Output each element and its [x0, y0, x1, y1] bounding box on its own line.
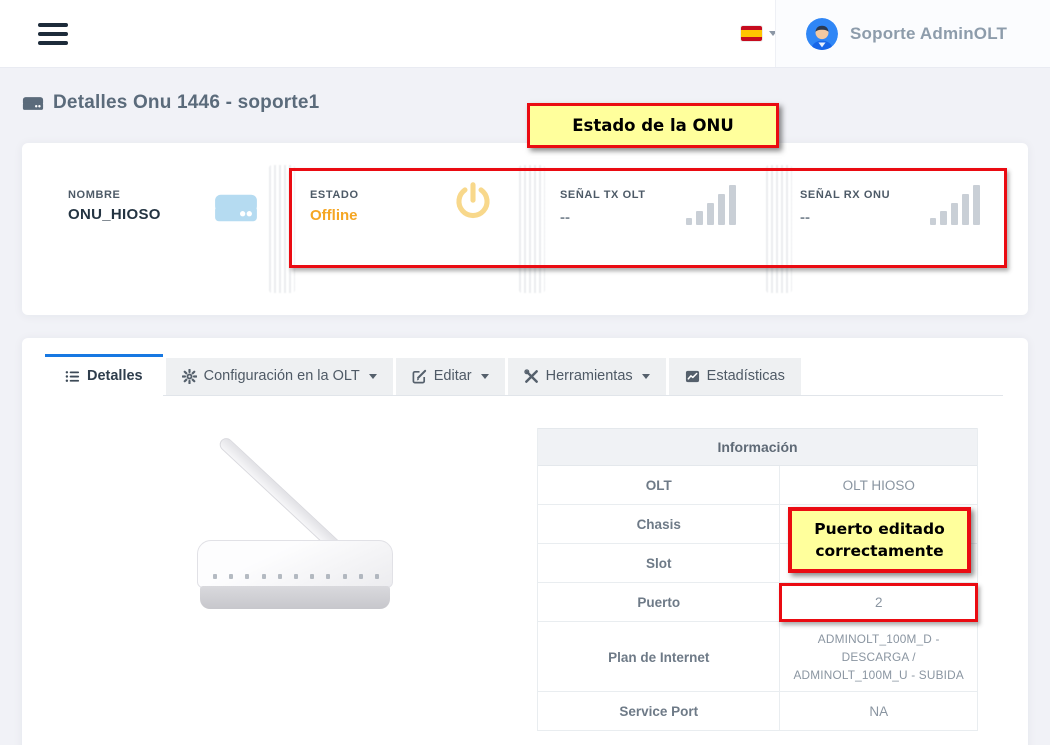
row-label: Service Port	[538, 692, 780, 731]
spain-flag-icon	[741, 26, 762, 41]
port-annotation-box: Puerto editado correctamente	[788, 507, 971, 573]
tab-editar[interactable]: Editar	[396, 358, 505, 395]
tab-label: Configuración en la OLT	[204, 368, 360, 384]
status-annotation-box: Estado de la ONU	[527, 103, 779, 148]
puerto-highlight-rectangle	[779, 583, 978, 622]
informacion-table: Información OLT OLT HIOSO Chasis Slot Pu…	[537, 428, 978, 731]
gear-icon	[182, 369, 197, 384]
list-icon	[65, 369, 80, 384]
row-label: Slot	[538, 544, 780, 583]
table-row: OLT OLT HIOSO	[538, 466, 977, 505]
user-avatar-icon	[806, 18, 838, 50]
row-value: OLT HIOSO	[780, 466, 977, 505]
nombre-label: NOMBRE	[68, 189, 161, 201]
row-label: OLT	[538, 466, 780, 505]
row-value: NA	[780, 692, 977, 731]
router-front	[200, 586, 390, 609]
app-screen: Soporte AdminOLT Detalles Onu 1446 - sop…	[0, 0, 1050, 745]
onu-device-icon	[22, 94, 44, 113]
chevron-down-icon	[369, 374, 377, 379]
user-menu[interactable]: Soporte AdminOLT	[776, 0, 1050, 67]
tabs-bar: Detalles Configuración en la OLT Editar	[45, 354, 1003, 396]
chart-icon	[685, 369, 700, 384]
language-dropdown[interactable]	[741, 26, 777, 41]
table-row: Service Port NA	[538, 692, 977, 731]
tools-icon	[524, 369, 539, 384]
row-label: Chasis	[538, 505, 780, 544]
tab-herramientas[interactable]: Herramientas	[508, 358, 666, 395]
table-row: Plan de Internet ADMINOLT_100M_D - DESCA…	[538, 622, 977, 692]
onu-device-icon	[210, 189, 262, 227]
chevron-down-icon	[642, 374, 650, 379]
tab-label: Detalles	[87, 368, 143, 384]
tab-label: Herramientas	[546, 368, 633, 384]
tab-detalles[interactable]: Detalles	[45, 354, 163, 396]
page-title-text: Detalles Onu 1446 - soporte1	[53, 92, 319, 114]
row-value: ADMINOLT_100M_D - DESCARGA / ADMINOLT_10…	[780, 622, 977, 692]
nombre-value: ONU_HIOSO	[68, 206, 161, 223]
router-body	[197, 540, 393, 588]
tab-configuracion-olt[interactable]: Configuración en la OLT	[166, 358, 393, 395]
tab-estadisticas[interactable]: Estadísticas	[669, 358, 801, 395]
row-label: Plan de Internet	[538, 622, 780, 692]
table-header: Información	[538, 428, 977, 466]
top-navbar: Soporte AdminOLT	[0, 0, 1050, 68]
row-label: Puerto	[538, 583, 780, 622]
status-highlight-rectangle	[289, 168, 1007, 268]
router-leds	[213, 574, 379, 579]
tab-label: Editar	[434, 368, 472, 384]
page-title: Detalles Onu 1446 - soporte1	[22, 92, 319, 114]
hamburger-menu-icon[interactable]	[38, 23, 68, 46]
tab-label: Estadísticas	[707, 368, 785, 384]
edit-icon	[412, 369, 427, 384]
user-name: Soporte AdminOLT	[850, 24, 1007, 44]
chevron-down-icon	[481, 374, 489, 379]
